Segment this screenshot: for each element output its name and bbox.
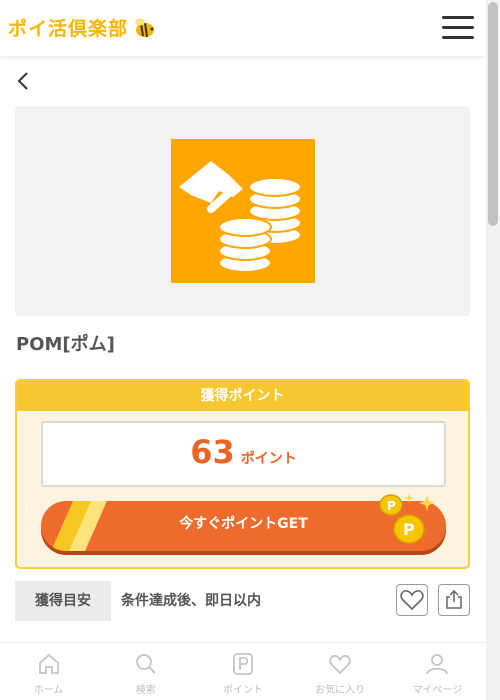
app-header: ポイ活倶楽部 <box>0 0 486 56</box>
tab-search[interactable]: 検索 <box>97 643 194 700</box>
tab-home[interactable]: ホーム <box>0 643 97 700</box>
offer-image <box>171 139 315 283</box>
tab-mypage[interactable]: マイページ <box>389 643 486 700</box>
svg-text:P: P <box>387 499 396 513</box>
coin-hand-icon <box>179 161 302 273</box>
point-icon <box>233 653 253 675</box>
point-box: 獲得ポイント 63 ポイント 今すぐポイントGET P P <box>15 379 470 569</box>
offer-title: POM[ポム] <box>16 334 115 355</box>
menu-button[interactable] <box>442 14 474 40</box>
scrollbar-thumb[interactable] <box>488 2 498 226</box>
site-logo[interactable]: ポイ活倶楽部 <box>8 14 156 41</box>
tab-favorites[interactable]: お気に入り <box>292 643 389 700</box>
earning-label: 獲得目安 <box>15 581 111 621</box>
search-icon <box>135 654 156 674</box>
tab-label: ポイント <box>222 685 263 696</box>
user-icon <box>426 654 449 675</box>
earning-value: 条件達成後、即日以内 <box>121 593 261 609</box>
tab-label: 検索 <box>135 685 156 696</box>
offer-image-area <box>15 106 470 316</box>
logo-text: ポイ活倶楽部 <box>8 18 129 40</box>
favorite-button[interactable] <box>396 584 428 616</box>
tab-points[interactable]: ポイント <box>194 643 291 700</box>
svg-text:P: P <box>403 520 415 539</box>
home-icon <box>38 653 59 674</box>
back-button[interactable] <box>12 68 36 94</box>
tab-label: ホーム <box>33 685 64 696</box>
earning-info-row: 獲得目安 条件達成後、即日以内 <box>15 581 470 621</box>
share-button[interactable] <box>438 584 470 616</box>
bottom-tab-bar: ホーム 検索 ポイント お気に入り マイページ <box>0 642 486 700</box>
gold-coins-icon: P P <box>379 493 435 544</box>
tab-label: マイページ <box>412 685 463 696</box>
heart-icon <box>400 590 424 611</box>
point-unit: ポイント <box>240 451 297 467</box>
point-value-box: 63 ポイント <box>41 421 446 487</box>
share-icon <box>446 589 462 609</box>
point-amount: 63 <box>190 433 235 471</box>
point-header: 獲得ポイント <box>17 381 468 411</box>
tab-label: お気に入り <box>315 685 366 696</box>
heart-icon <box>329 655 351 675</box>
bee-icon <box>132 17 156 39</box>
chevron-left-icon <box>17 72 28 90</box>
